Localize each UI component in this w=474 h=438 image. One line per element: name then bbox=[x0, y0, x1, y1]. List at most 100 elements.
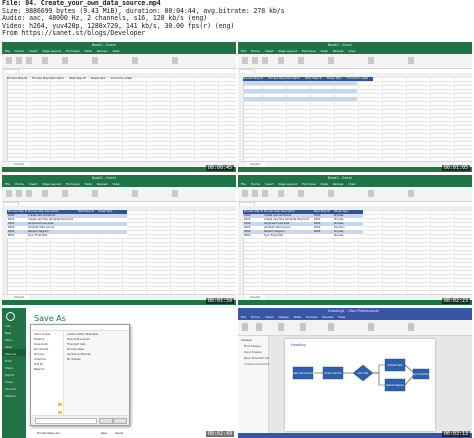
drawing-canvas[interactable]: Heading Create new workbook Create new f… bbox=[269, 336, 472, 433]
styles-icon[interactable] bbox=[328, 57, 334, 64]
backstage-item[interactable]: Info bbox=[2, 321, 26, 328]
font-icon[interactable] bbox=[252, 190, 258, 197]
backstage-item[interactable]: Save bbox=[2, 342, 26, 349]
save-button-label: Save bbox=[101, 432, 107, 435]
timestamp: 00:02:23 bbox=[441, 298, 470, 304]
paste-icon[interactable] bbox=[242, 57, 248, 64]
save-button[interactable]: Save bbox=[99, 418, 113, 435]
align-icon[interactable] bbox=[42, 190, 48, 197]
bold-icon[interactable] bbox=[262, 190, 268, 197]
status-bar bbox=[238, 167, 472, 172]
dialog-footer: Process Steps.xlsx Save Cancel bbox=[31, 415, 129, 435]
data-table[interactable]: Process Step ID Process Step Description… bbox=[7, 210, 127, 238]
header-cell[interactable]: Process Step Description bbox=[32, 77, 69, 81]
timestamp: 00:02:49 bbox=[205, 431, 234, 437]
header-cell[interactable]: Next Step ID bbox=[69, 77, 90, 81]
header-row[interactable]: Process Step ID Process Step Description… bbox=[7, 77, 137, 81]
backstage-item[interactable]: Share bbox=[2, 363, 26, 370]
cells-icon[interactable] bbox=[132, 190, 138, 197]
step-id-cell[interactable]: P600 bbox=[243, 234, 263, 238]
backstage-item[interactable]: Print bbox=[2, 356, 26, 363]
shape-label: Add/edit data bbox=[388, 364, 403, 367]
next-id-cell[interactable] bbox=[313, 234, 333, 238]
bold-icon[interactable] bbox=[262, 57, 268, 64]
pointer-tool-icon[interactable] bbox=[300, 323, 306, 331]
bold-icon[interactable] bbox=[26, 190, 32, 197]
file-name-field[interactable]: Process Steps.xlsx bbox=[35, 418, 97, 435]
excel-title-bar: Book1 - Excel bbox=[238, 42, 472, 49]
backstage-item[interactable]: Save As bbox=[2, 349, 26, 356]
ribbon bbox=[238, 54, 472, 69]
editing-icon[interactable] bbox=[408, 323, 414, 331]
excel-title-bar: Book1 - Excel bbox=[2, 42, 236, 49]
header-cell[interactable]: Process Step ID bbox=[7, 77, 32, 81]
timestamp: 00:01:59 bbox=[205, 298, 234, 304]
shape-label: Create new workbook bbox=[291, 372, 316, 375]
step-id-cell[interactable]: P600 bbox=[7, 234, 27, 238]
styles-icon[interactable] bbox=[92, 57, 98, 64]
table-row[interactable]: P600 Sync Flowchart Process bbox=[243, 234, 363, 238]
connector[interactable] bbox=[404, 364, 414, 373]
styles-icon[interactable] bbox=[92, 190, 98, 197]
status-bar bbox=[2, 167, 236, 172]
paste-icon[interactable] bbox=[6, 190, 12, 197]
table-row[interactable]: P600 Sync Flowchart bbox=[7, 234, 127, 238]
shape-styles-icon[interactable] bbox=[328, 323, 334, 331]
paragraph-icon[interactable] bbox=[278, 323, 284, 331]
number-format-icon[interactable] bbox=[298, 57, 304, 64]
paste-icon[interactable] bbox=[242, 190, 248, 197]
bold-icon[interactable] bbox=[26, 57, 32, 64]
backstage-item[interactable]: Account bbox=[2, 384, 26, 391]
paste-icon[interactable] bbox=[242, 323, 248, 331]
data-table[interactable]: Process Step ID Process Step Description… bbox=[243, 210, 363, 238]
font-icon[interactable] bbox=[252, 57, 258, 64]
shapes-item[interactable]: Cross-Functional Flowchart Shapes bbox=[238, 360, 289, 366]
excel-title-bar: Book1 - Excel bbox=[238, 175, 472, 182]
font-icon[interactable] bbox=[16, 190, 22, 197]
backstage-item[interactable]: Close bbox=[2, 377, 26, 384]
thumbnail-5: Info New Open Save Save As Print Share E… bbox=[2, 308, 236, 438]
file-info-header: File: 04. Create_your_own_data_source.mp… bbox=[0, 0, 474, 40]
cells-icon[interactable] bbox=[368, 190, 374, 197]
arrange-icon[interactable] bbox=[368, 323, 374, 331]
connector[interactable] bbox=[373, 372, 385, 386]
number-format-icon[interactable] bbox=[62, 190, 68, 197]
backstage-item[interactable]: Export bbox=[2, 370, 26, 377]
cancel-button[interactable]: Cancel bbox=[113, 418, 127, 435]
description-cell[interactable]: Sync Flowchart bbox=[27, 234, 77, 238]
editing-icon[interactable] bbox=[408, 57, 414, 64]
folder-item[interactable]: My Shapes bbox=[64, 356, 129, 361]
font-icon[interactable] bbox=[256, 323, 262, 331]
shape-type-cell[interactable]: Process bbox=[333, 234, 363, 238]
connector[interactable] bbox=[373, 364, 385, 374]
banded-row[interactable] bbox=[243, 89, 357, 93]
backstage-item[interactable]: Options bbox=[2, 391, 26, 398]
cell-grid[interactable] bbox=[2, 77, 236, 162]
editing-icon[interactable] bbox=[172, 190, 178, 197]
drawing-page[interactable]: Heading Create new workbook Create new f… bbox=[285, 339, 435, 431]
number-format-icon[interactable] bbox=[298, 190, 304, 197]
banded-row[interactable] bbox=[243, 97, 357, 101]
align-icon[interactable] bbox=[278, 190, 284, 197]
align-icon[interactable] bbox=[42, 57, 48, 64]
styles-icon[interactable] bbox=[328, 190, 334, 197]
paste-icon[interactable] bbox=[6, 57, 12, 64]
editing-icon[interactable] bbox=[408, 190, 414, 197]
number-format-icon[interactable] bbox=[62, 57, 68, 64]
font-icon[interactable] bbox=[16, 57, 22, 64]
backstage-item[interactable]: New bbox=[2, 328, 26, 335]
description-cell[interactable]: Sync Flowchart bbox=[263, 234, 313, 238]
header-cell[interactable]: Connector Label bbox=[111, 77, 137, 81]
header-cell[interactable]: Shape Type bbox=[91, 77, 111, 81]
status-bar bbox=[2, 300, 236, 305]
editing-icon[interactable] bbox=[172, 57, 178, 64]
flowchart[interactable]: Create new workbook Create new flow Add … bbox=[285, 339, 435, 431]
nav-item[interactable]: Network bbox=[31, 366, 63, 371]
connector[interactable] bbox=[404, 375, 414, 386]
back-arrow-icon[interactable] bbox=[6, 312, 15, 321]
backstage-item[interactable]: Open bbox=[2, 335, 26, 342]
cells-icon[interactable] bbox=[132, 57, 138, 64]
align-icon[interactable] bbox=[278, 57, 284, 64]
cells-icon[interactable] bbox=[368, 57, 374, 64]
banded-row[interactable] bbox=[243, 81, 357, 85]
